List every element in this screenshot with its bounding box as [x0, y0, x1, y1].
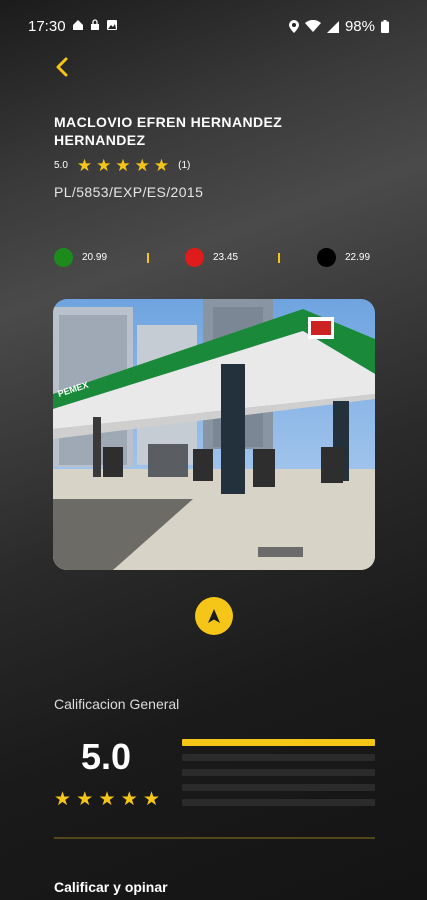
review-count: (1) [178, 160, 191, 171]
location-status-icon [288, 20, 299, 33]
rating-stars: ★ ★ ★ ★ ★ [77, 157, 169, 174]
back-chevron-icon[interactable] [52, 56, 74, 78]
fuel-color-dot [54, 248, 73, 267]
fuel-color-dot [185, 248, 204, 267]
status-bar: 17:30 98% [0, 0, 427, 56]
price-value: 22.99 [345, 252, 371, 263]
navigate-button[interactable] [195, 597, 233, 635]
home-status-icon [73, 20, 83, 30]
star-icon: ★ [76, 789, 94, 810]
image-status-icon [107, 20, 117, 30]
star-icon: ★ [54, 789, 72, 810]
navigation-arrow-icon [208, 609, 220, 623]
rating-bar [182, 754, 375, 761]
status-time: 17:30 [28, 18, 66, 35]
star-icon: ★ [98, 789, 116, 810]
overall-stars: ★ ★ ★ ★ ★ [54, 789, 160, 810]
price-diesel: 22.99 [317, 248, 370, 267]
signal-status-icon [326, 21, 339, 33]
rating-bar [182, 769, 375, 776]
station-name: MACLOVIO EFREN HERNANDEZ HERNANDEZ [54, 114, 283, 148]
fuel-prices: 20.99 23.45 22.99 [54, 248, 376, 270]
permit-number: PL/5853/EXP/ES/2015 [54, 184, 204, 200]
wifi-status-icon [304, 20, 321, 32]
star-icon: ★ [153, 156, 170, 175]
overall-rating-label: Calificacion General [54, 696, 180, 712]
star-icon: ★ [120, 789, 138, 810]
price-separator [278, 253, 280, 263]
star-icon: ★ [76, 156, 93, 175]
station-photo: PEMEX [53, 299, 375, 570]
rating-value: 5.0 [54, 160, 68, 171]
price-regular: 20.99 [54, 248, 107, 267]
rate-and-review-link[interactable]: Calificar y opinar [54, 879, 168, 895]
rating-row: 5.0 ★ ★ ★ ★ ★ (1) [54, 157, 190, 174]
battery-icon [381, 20, 389, 33]
rating-bar [182, 739, 375, 746]
rating-bar [182, 799, 375, 806]
rating-bar-fill [182, 739, 375, 746]
price-premium: 23.45 [185, 248, 238, 267]
star-icon: ★ [115, 156, 131, 175]
star-icon: ★ [134, 156, 150, 175]
battery-percent: 98% [344, 18, 375, 35]
price-separator [147, 253, 149, 263]
star-icon: ★ [96, 156, 112, 175]
price-value: 23.45 [213, 252, 239, 263]
price-value: 20.99 [82, 252, 108, 263]
overall-score: 5.0 [80, 736, 132, 777]
star-icon: ★ [142, 789, 160, 810]
rating-bar [182, 784, 375, 791]
divider [54, 837, 375, 839]
rating-distribution [182, 739, 375, 814]
lock-status-icon [91, 19, 99, 30]
fuel-color-dot [317, 248, 336, 267]
